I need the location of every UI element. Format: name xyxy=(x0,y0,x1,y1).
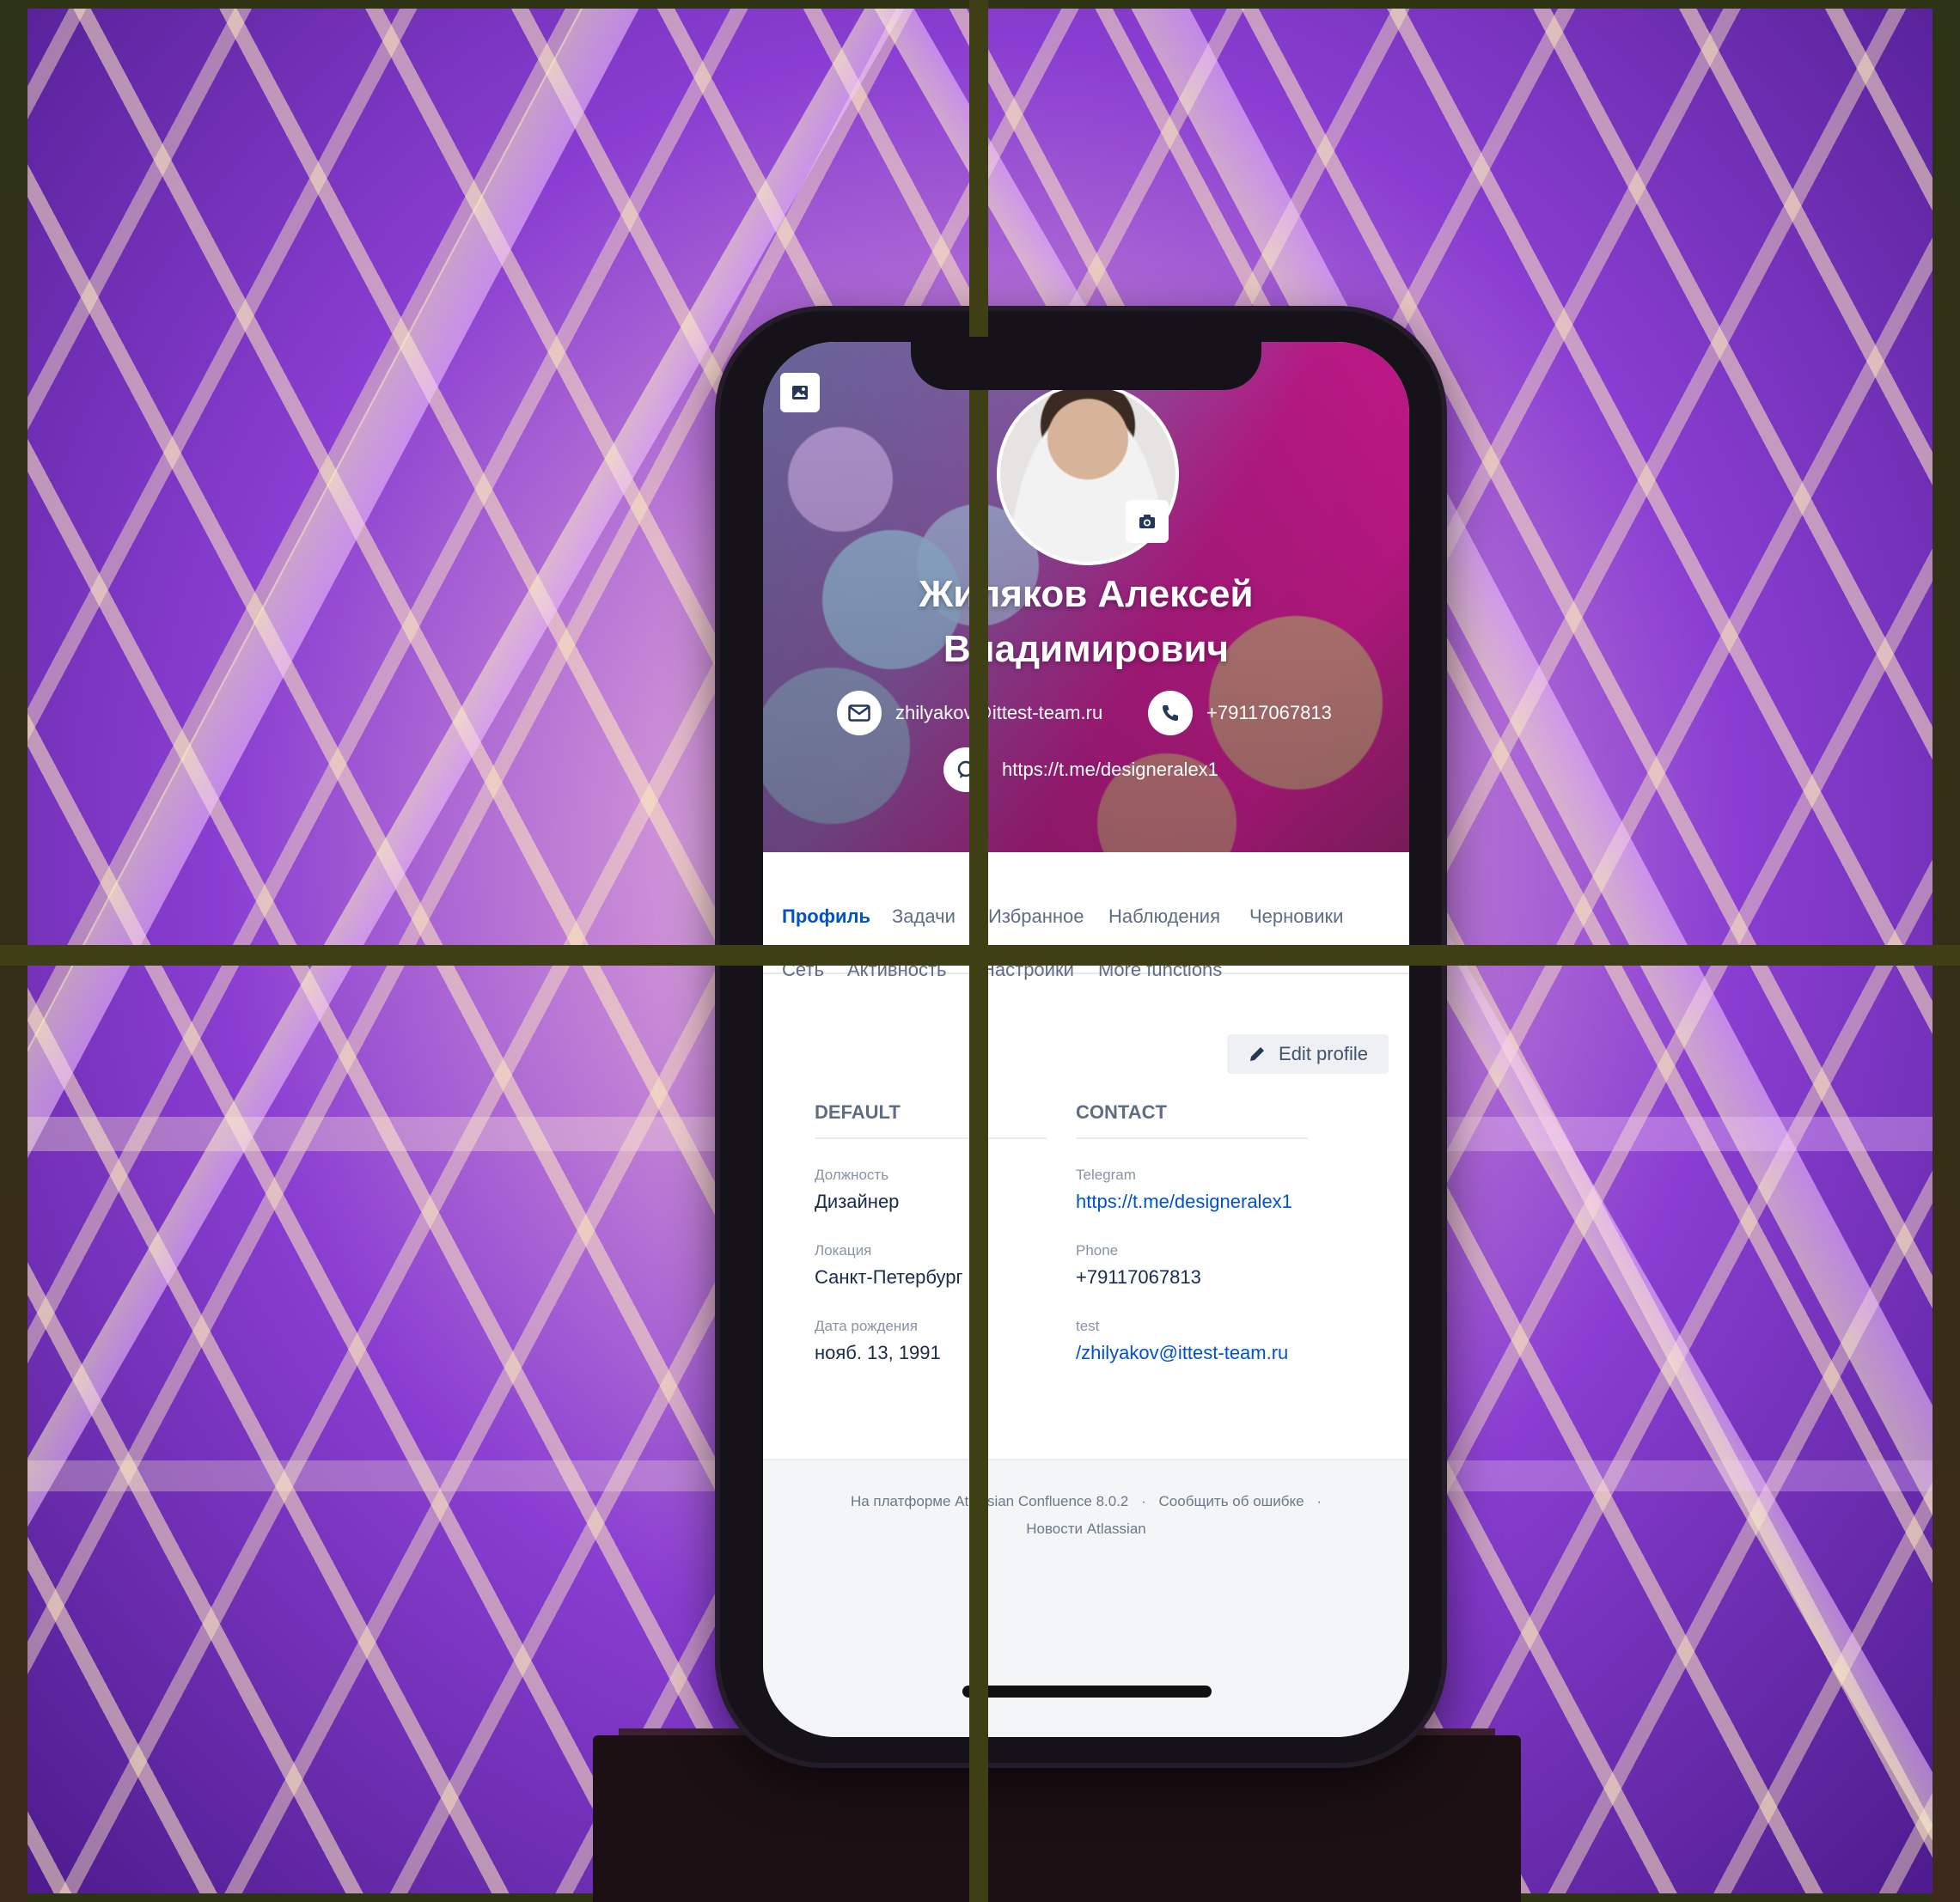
footer-line2: Новости Atlassian xyxy=(763,1521,1409,1538)
tab-watching[interactable]: Наблюдения xyxy=(1108,905,1220,928)
field-phone-value: +79117067813 xyxy=(1076,1266,1201,1288)
field-test-label: test xyxy=(1076,1318,1100,1334)
tab-drafts[interactable]: Черновики xyxy=(1249,905,1343,928)
footer-platform-link[interactable]: На платформе Atlassian Confluence 8.0.2 xyxy=(851,1493,1128,1509)
edit-profile-label: Edit profile xyxy=(1279,1043,1368,1064)
section-default-title: DEFAULT xyxy=(815,1101,901,1123)
phone-screen: Жиляков Алексей Владимирович zhilyakov@i… xyxy=(763,342,1409,1737)
change-avatar-button[interactable] xyxy=(1126,500,1169,543)
footer-news-link[interactable]: Новости Atlassian xyxy=(1026,1521,1146,1537)
field-birthday-label: Дата рождения xyxy=(815,1318,918,1334)
profile-name: Жиляков Алексей Владимирович xyxy=(763,567,1409,677)
telegram-link-text: https://t.me/designeralex1 xyxy=(1002,759,1218,780)
field-telegram-link[interactable]: https://t.me/designeralex1 xyxy=(1076,1191,1292,1213)
field-location-label: Локация xyxy=(815,1242,872,1259)
footer-separator: · xyxy=(1141,1493,1146,1509)
section-default-rule xyxy=(815,1137,1047,1139)
phone-contact[interactable]: +79117067813 xyxy=(1148,691,1332,735)
change-cover-button[interactable] xyxy=(780,373,820,412)
field-phone-label: Phone xyxy=(1076,1242,1119,1259)
footer-line1: На платформе Atlassian Confluence 8.0.2 … xyxy=(763,1493,1409,1510)
camera-icon xyxy=(1139,515,1155,528)
tab-favourites[interactable]: Избранное xyxy=(988,905,1084,928)
phone-text: +79117067813 xyxy=(1206,702,1332,723)
phone-notch xyxy=(911,337,1261,390)
section-contact-rule xyxy=(1076,1137,1308,1139)
field-birthday-value: нояб. 13, 1991 xyxy=(815,1342,941,1363)
footer-report-bug-link[interactable]: Сообщить об ошибке xyxy=(1159,1493,1304,1509)
phone-icon xyxy=(1163,705,1178,721)
edit-profile-button[interactable]: Edit profile xyxy=(1227,1034,1389,1074)
section-contact-title: CONTACT xyxy=(1076,1101,1167,1123)
email-text: zhilyakov@ittest-team.ru xyxy=(895,702,1103,723)
profile-name-line1: Жиляков Алексей xyxy=(919,573,1254,615)
tab-profile[interactable]: Профиль xyxy=(782,905,870,928)
footer-separator-2: · xyxy=(1316,1493,1322,1509)
home-indicator xyxy=(962,1686,1212,1698)
field-test-link[interactable]: /zhilyakov@ittest-team.ru xyxy=(1076,1342,1288,1364)
field-location-value: Санкт-Петербург xyxy=(815,1266,963,1288)
pencil-icon xyxy=(1250,1047,1265,1061)
mail-icon-circle xyxy=(837,691,882,735)
phone-icon-circle xyxy=(1148,691,1193,735)
field-position-value: Дизайнер xyxy=(815,1191,900,1212)
field-position-label: Должность xyxy=(815,1167,889,1183)
mail-icon xyxy=(848,704,870,722)
collage-divider-horizontal xyxy=(0,945,1960,966)
profile-name-line2: Владимирович xyxy=(943,628,1230,670)
image-icon xyxy=(792,386,808,399)
field-telegram-label: Telegram xyxy=(1076,1167,1136,1183)
tab-tasks[interactable]: Задачи xyxy=(892,905,956,928)
